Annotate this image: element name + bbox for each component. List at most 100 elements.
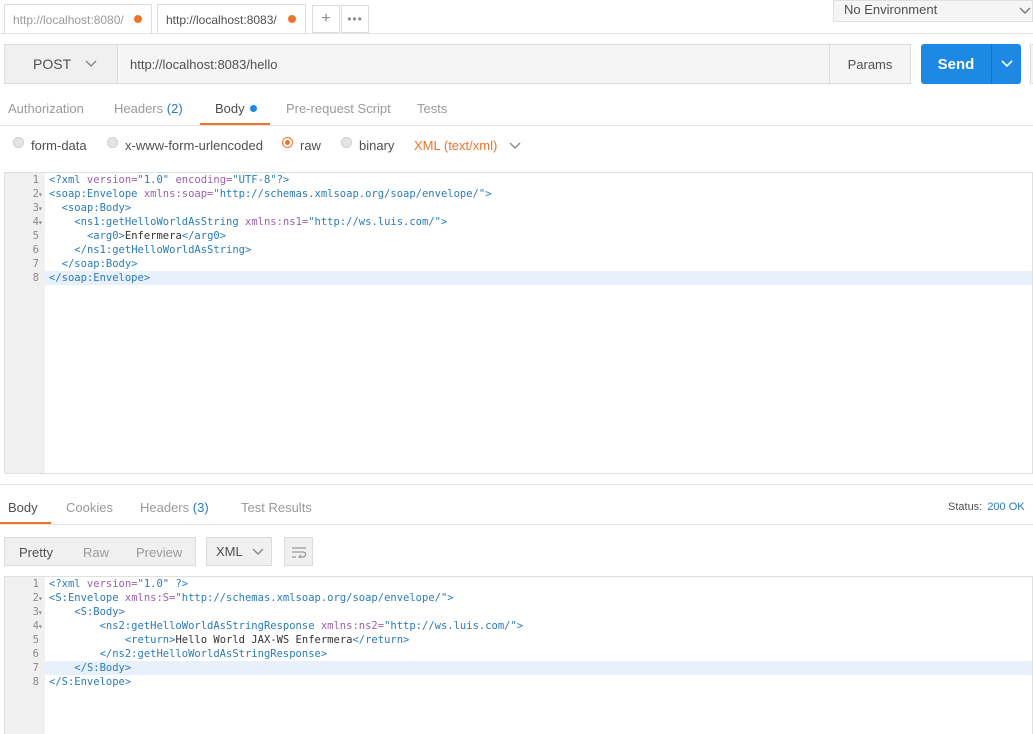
code-line: <ns2:getHelloWorldAsStringResponse xmlns… [99,620,524,632]
request-body-editor[interactable]: 1 <?xml version="1.0" encoding="UTF-8"?> 2… [4,172,1033,474]
url-text: http://localhost:8083/hello [130,56,278,72]
more-icon: ••• [347,12,363,26]
new-tab-button[interactable]: + [312,5,340,33]
format-toggle-group: Pretty Raw Preview [4,537,196,566]
radio-form-data[interactable] [13,137,24,148]
tab-label: Authorization [8,101,84,116]
params-label: Params [847,56,893,72]
line-number: 5 [32,230,39,242]
tab-label: Body [8,500,38,515]
method-select[interactable]: POST [4,44,118,84]
fold-arrow-icon[interactable]: ▾ [38,204,43,213]
response-body-viewer[interactable]: 1 <?xml version="1.0" ?> 2 ▾ <S:Envelope xml… [4,576,1033,734]
response-tab-test-results[interactable]: Test Results [241,500,312,515]
pane-divider [0,484,1033,485]
unsaved-dot-icon [134,15,142,23]
method-label: POST [33,56,72,72]
tab-pre-request-script[interactable]: Pre-request Script [286,101,391,116]
tab-url: http://localhost:8083/ [166,12,277,27]
status-badge: 200 OK [987,501,1025,513]
tab-label: Body [215,101,245,116]
tab-label: Tests [417,101,448,116]
tab-label: Test Results [241,500,312,515]
active-line-highlight [45,661,1032,675]
code-line: </S:Body> [74,662,132,674]
content-type-label: XML (text/xml) [414,138,498,153]
fold-arrow-icon[interactable]: ▾ [38,622,43,631]
code-line: <?xml version="1.0" encoding="UTF-8"?> [49,174,290,186]
tab-headers[interactable]: Headers (2) [114,101,183,116]
code-line: <soap:Body> [61,202,132,214]
tab-options-button[interactable]: ••• [341,5,369,33]
chevron-down-icon [85,60,97,67]
code-line: <arg0>Enfermera</arg0> [86,230,227,242]
format-preview-button[interactable]: Preview [136,545,182,560]
radio-urlencoded[interactable] [107,137,118,148]
code-line: </soap:Body> [61,258,138,270]
tab-body[interactable]: Body [215,101,258,116]
response-tab-headers[interactable]: Headers (3) [140,500,209,515]
environment-label: No Environment [844,2,938,17]
params-button[interactable]: Params [829,44,911,84]
response-status: Status: 200 OK [948,501,1025,513]
line-number: 4 [32,620,39,632]
code-line: <soap:Envelope xmlns:soap="http://schema… [49,188,492,200]
fold-arrow-icon[interactable]: ▾ [38,218,43,227]
line-number: 8 [32,272,39,284]
line-number: 6 [32,244,39,256]
tab-authorization[interactable]: Authorization [8,101,84,116]
plus-icon: + [321,10,331,27]
tab-tests[interactable]: Tests [417,101,447,116]
chevron-down-icon [252,548,264,555]
line-number: 1 [32,578,39,590]
wrap-lines-button[interactable] [284,537,313,566]
line-number: 1 [32,174,39,186]
tab-divider [0,33,1033,34]
code-line: <ns1:getHelloWorldAsString xmlns:ns1="ht… [74,216,448,228]
tab-label: Headers [140,500,190,515]
response-tab-cookies[interactable]: Cookies [66,500,113,515]
fold-arrow-icon[interactable]: ▾ [38,608,43,617]
code-line: </ns2:getHelloWorldAsStringResponse> [99,648,328,660]
line-number: 8 [32,676,39,688]
line-number: 3 [32,606,39,618]
radio-binary[interactable] [341,137,352,148]
code-line: <S:Body> [74,606,125,618]
language-label: XML [216,544,243,559]
send-label: Send [937,55,975,73]
response-language-select[interactable]: XML [206,537,272,566]
line-number: 4 [32,216,39,228]
line-number: 5 [32,634,39,646]
format-raw-button[interactable]: Raw [83,545,109,560]
request-tab-1[interactable]: http://localhost:8080/ [4,4,152,34]
send-options-button[interactable] [991,44,1021,84]
tab-label: Cookies [66,500,113,515]
fold-arrow-icon[interactable]: ▾ [38,190,43,199]
code-line: <?xml version="1.0" ?> [49,578,189,590]
radio-raw[interactable] [282,137,293,148]
headers-count: (2) [166,101,183,116]
content-type-select[interactable]: XML (text/xml) [414,138,521,153]
line-number: 7 [32,258,39,270]
chevron-down-icon [1019,7,1031,14]
environment-select[interactable]: No Environment [833,0,1033,22]
url-input[interactable]: http://localhost:8083/hello [118,44,830,84]
response-tab-body[interactable]: Body [8,500,38,515]
send-button[interactable]: Send [921,44,991,84]
code-line: <return>Hello World JAX-WS Enfermera</re… [124,634,410,646]
status-label: Status: [948,501,983,513]
radio-label: x-www-form-urlencoded [125,138,263,153]
active-line-highlight [45,271,1032,285]
headers-count: (3) [192,500,209,515]
request-tab-2[interactable]: http://localhost:8083/ [157,4,306,34]
line-number: 2 [32,188,39,200]
subtab-divider [0,125,1033,126]
tab-label: Headers [114,101,164,116]
active-dot-icon [250,105,258,112]
tab-label: Pre-request Script [286,101,391,116]
fold-arrow-icon[interactable]: ▾ [38,594,43,603]
radio-label: form-data [31,138,87,153]
line-number: 7 [32,662,39,674]
line-number: 3 [32,202,39,214]
format-pretty-button[interactable]: Pretty [19,545,53,560]
